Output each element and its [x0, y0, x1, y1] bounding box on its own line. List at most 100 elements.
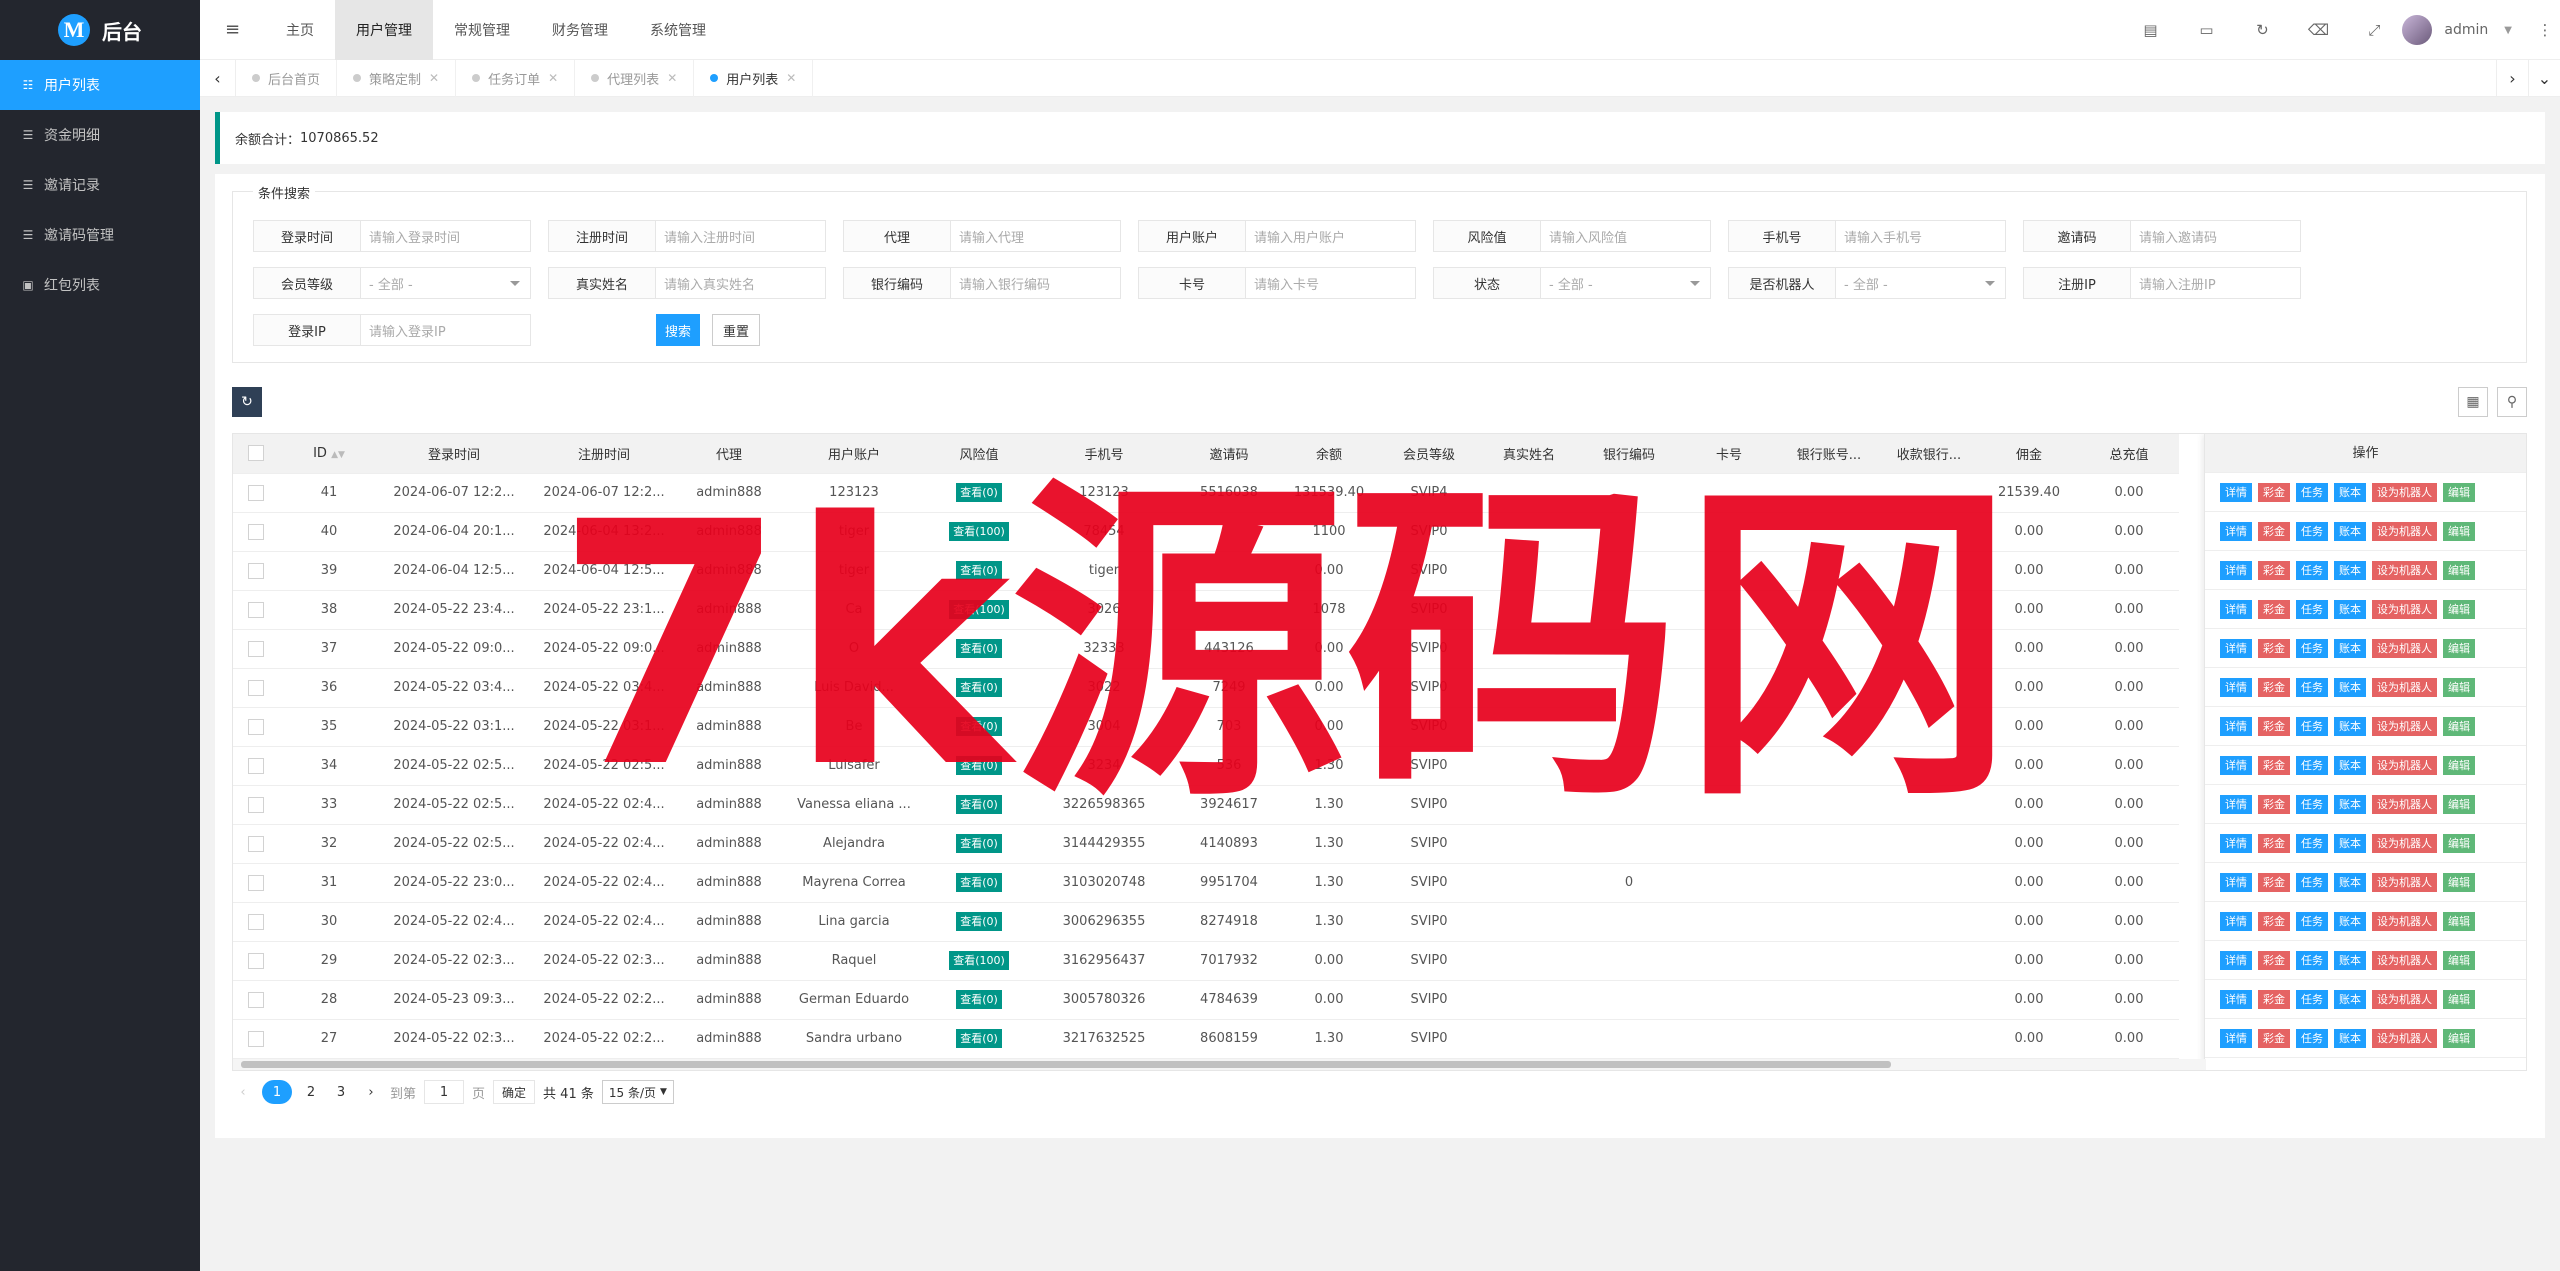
ledger-button[interactable]: 账本 — [2334, 833, 2366, 853]
row-checkbox[interactable] — [248, 523, 264, 540]
task-button[interactable]: 任务 — [2296, 560, 2328, 580]
set-robot-button[interactable]: 设为机器人 — [2372, 872, 2437, 892]
task-button[interactable]: 任务 — [2296, 911, 2328, 931]
row-checkbox[interactable] — [248, 640, 264, 657]
tab-user-list[interactable]: 用户列表 ✕ — [694, 59, 814, 97]
bonus-button[interactable]: 彩金 — [2258, 911, 2290, 931]
detail-button[interactable]: 详情 — [2220, 989, 2252, 1009]
detail-button[interactable]: 详情 — [2220, 482, 2252, 502]
risk-input[interactable]: 请输入风险值 — [1541, 220, 1711, 252]
set-robot-button[interactable]: 设为机器人 — [2372, 794, 2437, 814]
bonus-button[interactable]: 彩金 — [2258, 638, 2290, 658]
card-icon[interactable]: ▭ — [2178, 21, 2234, 39]
real-name-input[interactable]: 请输入真实姓名 — [656, 267, 826, 299]
tab-next-icon[interactable]: › — [2496, 60, 2528, 97]
row-select-cell[interactable] — [233, 629, 279, 669]
detail-button[interactable]: 详情 — [2220, 872, 2252, 892]
ledger-button[interactable]: 账本 — [2334, 560, 2366, 580]
set-robot-button[interactable]: 设为机器人 — [2372, 1028, 2437, 1048]
agent-input[interactable]: 请输入代理 — [951, 220, 1121, 252]
reset-button[interactable]: 重置 — [712, 314, 760, 346]
avatar[interactable] — [2402, 15, 2433, 45]
login-time-input[interactable]: 请输入登录时间 — [361, 220, 531, 252]
edit-button[interactable]: 编辑 — [2443, 989, 2475, 1009]
bonus-button[interactable]: 彩金 — [2258, 755, 2290, 775]
row-checkbox[interactable] — [248, 484, 264, 501]
task-button[interactable]: 任务 — [2296, 482, 2328, 502]
risk-view-button[interactable]: 查看(0) — [956, 756, 1002, 775]
sidebar-item-users[interactable]: ☷ 用户列表 — [0, 60, 200, 110]
sidebar-item-invite-codes[interactable]: ☰ 邀请码管理 — [0, 210, 200, 260]
bonus-button[interactable]: 彩金 — [2258, 716, 2290, 736]
risk-view-button[interactable]: 查看(0) — [956, 483, 1002, 502]
detail-button[interactable]: 详情 — [2220, 521, 2252, 541]
tab-dashboard[interactable]: 后台首页 — [236, 59, 338, 97]
set-robot-button[interactable]: 设为机器人 — [2372, 950, 2437, 970]
risk-view-button[interactable]: 查看(0) — [956, 990, 1002, 1009]
set-robot-button[interactable]: 设为机器人 — [2372, 599, 2437, 619]
col-header-id[interactable]: ID ▲▼ — [279, 434, 379, 474]
detail-button[interactable]: 详情 — [2220, 950, 2252, 970]
set-robot-button[interactable]: 设为机器人 — [2372, 560, 2437, 580]
row-select-cell[interactable] — [233, 746, 279, 786]
columns-icon[interactable]: ▦ — [2458, 387, 2488, 417]
task-button[interactable]: 任务 — [2296, 716, 2328, 736]
detail-button[interactable]: 详情 — [2220, 794, 2252, 814]
task-button[interactable]: 任务 — [2296, 989, 2328, 1009]
prev-page-icon[interactable]: ‹ — [232, 1080, 254, 1104]
row-select-cell[interactable] — [233, 980, 279, 1020]
tab-task-orders[interactable]: 任务订单 ✕ — [456, 59, 576, 97]
row-select-cell[interactable] — [233, 707, 279, 747]
risk-view-button[interactable]: 查看(100) — [949, 951, 1009, 970]
ledger-button[interactable]: 账本 — [2334, 638, 2366, 658]
goto-page-input[interactable]: 1 — [424, 1080, 465, 1104]
select-all-checkbox[interactable] — [248, 445, 264, 462]
select-all-cell[interactable] — [233, 434, 279, 474]
nav-user-management[interactable]: 用户管理 — [335, 0, 433, 60]
edit-button[interactable]: 编辑 — [2443, 677, 2475, 697]
scrollbar-thumb[interactable] — [241, 1061, 1891, 1068]
menu-toggle-icon[interactable]: ≡ — [200, 19, 265, 40]
bonus-button[interactable]: 彩金 — [2258, 950, 2290, 970]
row-select-cell[interactable] — [233, 590, 279, 630]
fullscreen-icon[interactable]: ⤢ — [2346, 21, 2402, 39]
bonus-button[interactable]: 彩金 — [2258, 677, 2290, 697]
ledger-button[interactable]: 账本 — [2334, 716, 2366, 736]
close-icon[interactable]: ✕ — [786, 71, 796, 85]
risk-view-button[interactable]: 查看(0) — [956, 678, 1002, 697]
task-button[interactable]: 任务 — [2296, 755, 2328, 775]
row-select-cell[interactable] — [233, 668, 279, 708]
row-checkbox[interactable] — [248, 835, 264, 852]
risk-view-button[interactable]: 查看(0) — [956, 639, 1002, 658]
row-select-cell[interactable] — [233, 1019, 279, 1059]
edit-button[interactable]: 编辑 — [2443, 560, 2475, 580]
row-checkbox[interactable] — [248, 874, 264, 891]
detail-button[interactable]: 详情 — [2220, 755, 2252, 775]
card-number-input[interactable]: 请输入卡号 — [1246, 267, 1416, 299]
task-button[interactable]: 任务 — [2296, 794, 2328, 814]
ledger-button[interactable]: 账本 — [2334, 911, 2366, 931]
bonus-button[interactable]: 彩金 — [2258, 794, 2290, 814]
row-checkbox[interactable] — [248, 757, 264, 774]
member-level-select[interactable]: - 全部 - — [361, 267, 531, 299]
nav-home[interactable]: 主页 — [265, 0, 335, 60]
tab-prev-icon[interactable]: ‹ — [200, 59, 236, 97]
nav-finance-management[interactable]: 财务管理 — [531, 0, 629, 60]
edit-button[interactable]: 编辑 — [2443, 521, 2475, 541]
goto-confirm-button[interactable]: 确定 — [493, 1080, 536, 1104]
bank-code-input[interactable]: 请输入银行编码 — [951, 267, 1121, 299]
detail-button[interactable]: 详情 — [2220, 716, 2252, 736]
task-button[interactable]: 任务 — [2296, 521, 2328, 541]
set-robot-button[interactable]: 设为机器人 — [2372, 638, 2437, 658]
bonus-button[interactable]: 彩金 — [2258, 599, 2290, 619]
refresh-button[interactable]: ↻ — [232, 387, 262, 417]
sidebar-item-red-packets[interactable]: ▣ 红包列表 — [0, 260, 200, 310]
trash-icon[interactable]: ⌫ — [2290, 21, 2346, 39]
edit-button[interactable]: 编辑 — [2443, 911, 2475, 931]
risk-view-button[interactable]: 查看(0) — [956, 795, 1002, 814]
register-time-input[interactable]: 请输入注册时间 — [656, 220, 826, 252]
bonus-button[interactable]: 彩金 — [2258, 1028, 2290, 1048]
detail-button[interactable]: 详情 — [2220, 638, 2252, 658]
detail-button[interactable]: 详情 — [2220, 1028, 2252, 1048]
edit-button[interactable]: 编辑 — [2443, 833, 2475, 853]
